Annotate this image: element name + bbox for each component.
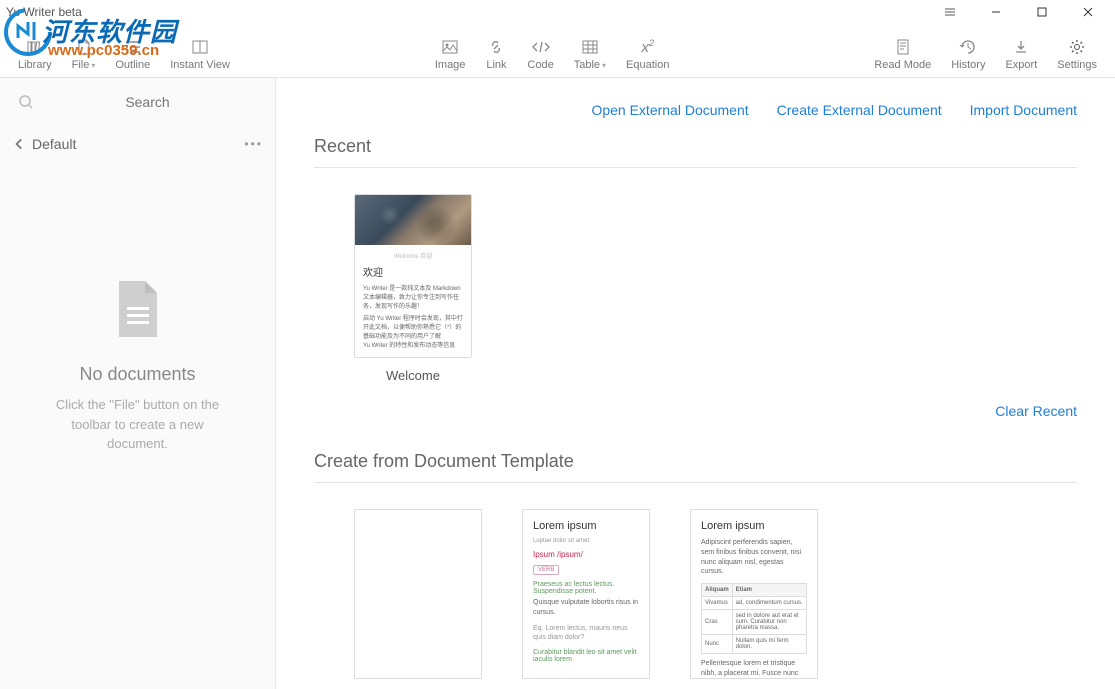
open-external-link[interactable]: Open External Document <box>591 102 748 118</box>
search-input[interactable] <box>38 94 257 110</box>
read-mode-button[interactable]: Read Mode <box>864 35 941 73</box>
maximize-button[interactable] <box>1019 0 1065 24</box>
code-icon <box>531 37 551 57</box>
search-row[interactable] <box>0 78 275 126</box>
sidebar: Default ••• No documents Click the "File… <box>0 78 276 689</box>
import-document-link[interactable]: Import Document <box>970 102 1077 118</box>
outline-button[interactable]: Outline <box>105 35 160 73</box>
table-button[interactable]: Table▾ <box>564 35 616 73</box>
link-icon <box>486 37 506 57</box>
settings-button[interactable]: Settings <box>1047 35 1107 73</box>
more-button[interactable]: ••• <box>244 137 263 151</box>
divider <box>314 482 1077 483</box>
empty-heading: No documents <box>79 364 195 385</box>
equation-icon: x2 <box>638 37 658 57</box>
templates-heading: Create from Document Template <box>314 451 1077 472</box>
instant-view-icon <box>190 37 210 57</box>
doc-caption: Welcome <box>354 368 472 383</box>
chevron-left-icon <box>12 137 26 151</box>
toolbar: Library File▾ Outline Instant View Image… <box>0 24 1115 78</box>
code-button[interactable]: Code <box>517 35 563 73</box>
file-icon <box>74 37 94 57</box>
export-button[interactable]: Export <box>995 35 1047 73</box>
file-button[interactable]: File▾ <box>62 35 106 73</box>
image-button[interactable]: Image <box>425 35 476 73</box>
instant-view-button[interactable]: Instant View <box>160 35 240 73</box>
library-button[interactable]: Library <box>8 35 62 73</box>
close-button[interactable] <box>1065 0 1111 24</box>
template-table[interactable]: Lorem ipsum Adipiscint perferendis sapie… <box>690 509 818 679</box>
recent-heading: Recent <box>314 136 1077 157</box>
link-button[interactable]: Link <box>475 35 517 73</box>
main-area: Open External Document Create External D… <box>276 78 1115 689</box>
document-placeholder-icon <box>111 277 165 346</box>
minimize-button[interactable] <box>973 0 1019 24</box>
create-external-link[interactable]: Create External Document <box>777 102 942 118</box>
empty-subtext: Click the "File" button on the toolbar t… <box>40 395 235 454</box>
outline-icon <box>123 37 143 57</box>
window-title: Yu Writer beta <box>4 5 927 19</box>
titlebar: Yu Writer beta <box>0 0 1115 24</box>
empty-state: No documents Click the "File" button on … <box>0 162 275 689</box>
doc-thumbnail: Welcome 欢迎 欢迎 Yu Writer 是一款纯文本及 Markdown… <box>354 194 472 358</box>
folder-row[interactable]: Default ••• <box>0 126 275 162</box>
settings-icon <box>1067 37 1087 57</box>
clear-recent-link[interactable]: Clear Recent <box>995 403 1077 419</box>
history-button[interactable]: History <box>941 35 995 73</box>
equation-button[interactable]: x2 Equation <box>616 35 679 73</box>
history-icon <box>958 37 978 57</box>
recent-doc-card[interactable]: Welcome 欢迎 欢迎 Yu Writer 是一款纯文本及 Markdown… <box>354 194 472 383</box>
search-icon <box>18 94 34 110</box>
table-icon <box>580 37 600 57</box>
hamburger-button[interactable] <box>927 0 973 24</box>
export-icon <box>1011 37 1031 57</box>
template-dictionary[interactable]: Lorem ipsum Luptae dolor sit amet. Ipsum… <box>522 509 650 679</box>
read-mode-icon <box>893 37 913 57</box>
library-icon <box>25 37 45 57</box>
image-icon <box>440 37 460 57</box>
template-blank[interactable] <box>354 509 482 679</box>
divider <box>314 167 1077 168</box>
folder-name: Default <box>32 136 76 152</box>
